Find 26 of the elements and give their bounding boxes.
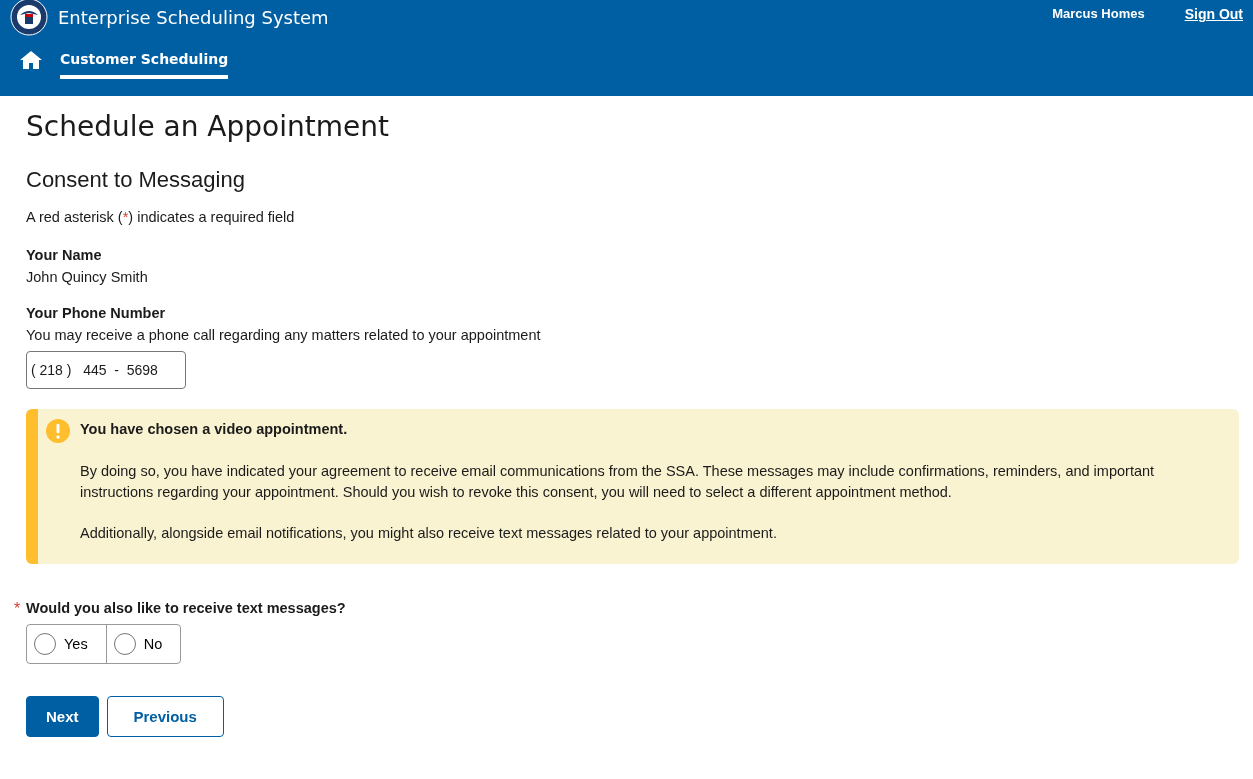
field-hint: You may receive a phone call regarding any matters related to your appointment — [26, 327, 542, 343]
section-title: Consent to Messaging — [26, 167, 246, 193]
required-field-note: A red asterisk (*) indicates a required field — [26, 209, 296, 225]
radio-option[interactable]: Yes — [27, 625, 106, 663]
name-value: John Quincy Smith — [26, 269, 149, 285]
page-title: Schedule an Appointment — [26, 110, 390, 143]
alert-title: You have chosen a video appointment. — [80, 421, 349, 437]
home-icon[interactable] — [20, 51, 42, 69]
previous-button[interactable]: Previous — [106, 696, 224, 737]
field-label: Your Phone Number — [26, 305, 167, 321]
field-label: Your Name — [26, 247, 103, 263]
nav-tab[interactable]: Customer Scheduling — [60, 51, 229, 79]
question-label: Would you also like to receive text messages? — [26, 600, 346, 616]
phone-input-field[interactable]: ( 218 ) 445 - 5698 — [26, 351, 186, 389]
user-name: Marcus Homes — [1052, 6, 1145, 21]
app-title: Enterprise Scheduling System — [58, 6, 330, 28]
radio-option[interactable]: No — [105, 625, 181, 663]
next-button[interactable]: Next — [26, 696, 99, 737]
alert-paragraph: Additionally, alongside email notifications, you might also receive text messages related to your appointment. — [80, 524, 778, 543]
required-asterisk: * — [14, 600, 22, 618]
seal-logo — [10, 0, 48, 36]
radio-circle-icon[interactable] — [113, 633, 136, 655]
radio-circle-icon[interactable] — [34, 633, 56, 655]
alert-paragraph: By doing so, you have indicated your agreement to receive email communications from the SSA. These messages may include confirmations, reminders, and important instructions regarding your appointment. Should you wish to revoke this consent, you will need to select a different appointment method. — [80, 462, 1156, 502]
sign-out-link[interactable]: Sign Out — [1184, 6, 1243, 22]
warning-icon — [46, 419, 70, 443]
